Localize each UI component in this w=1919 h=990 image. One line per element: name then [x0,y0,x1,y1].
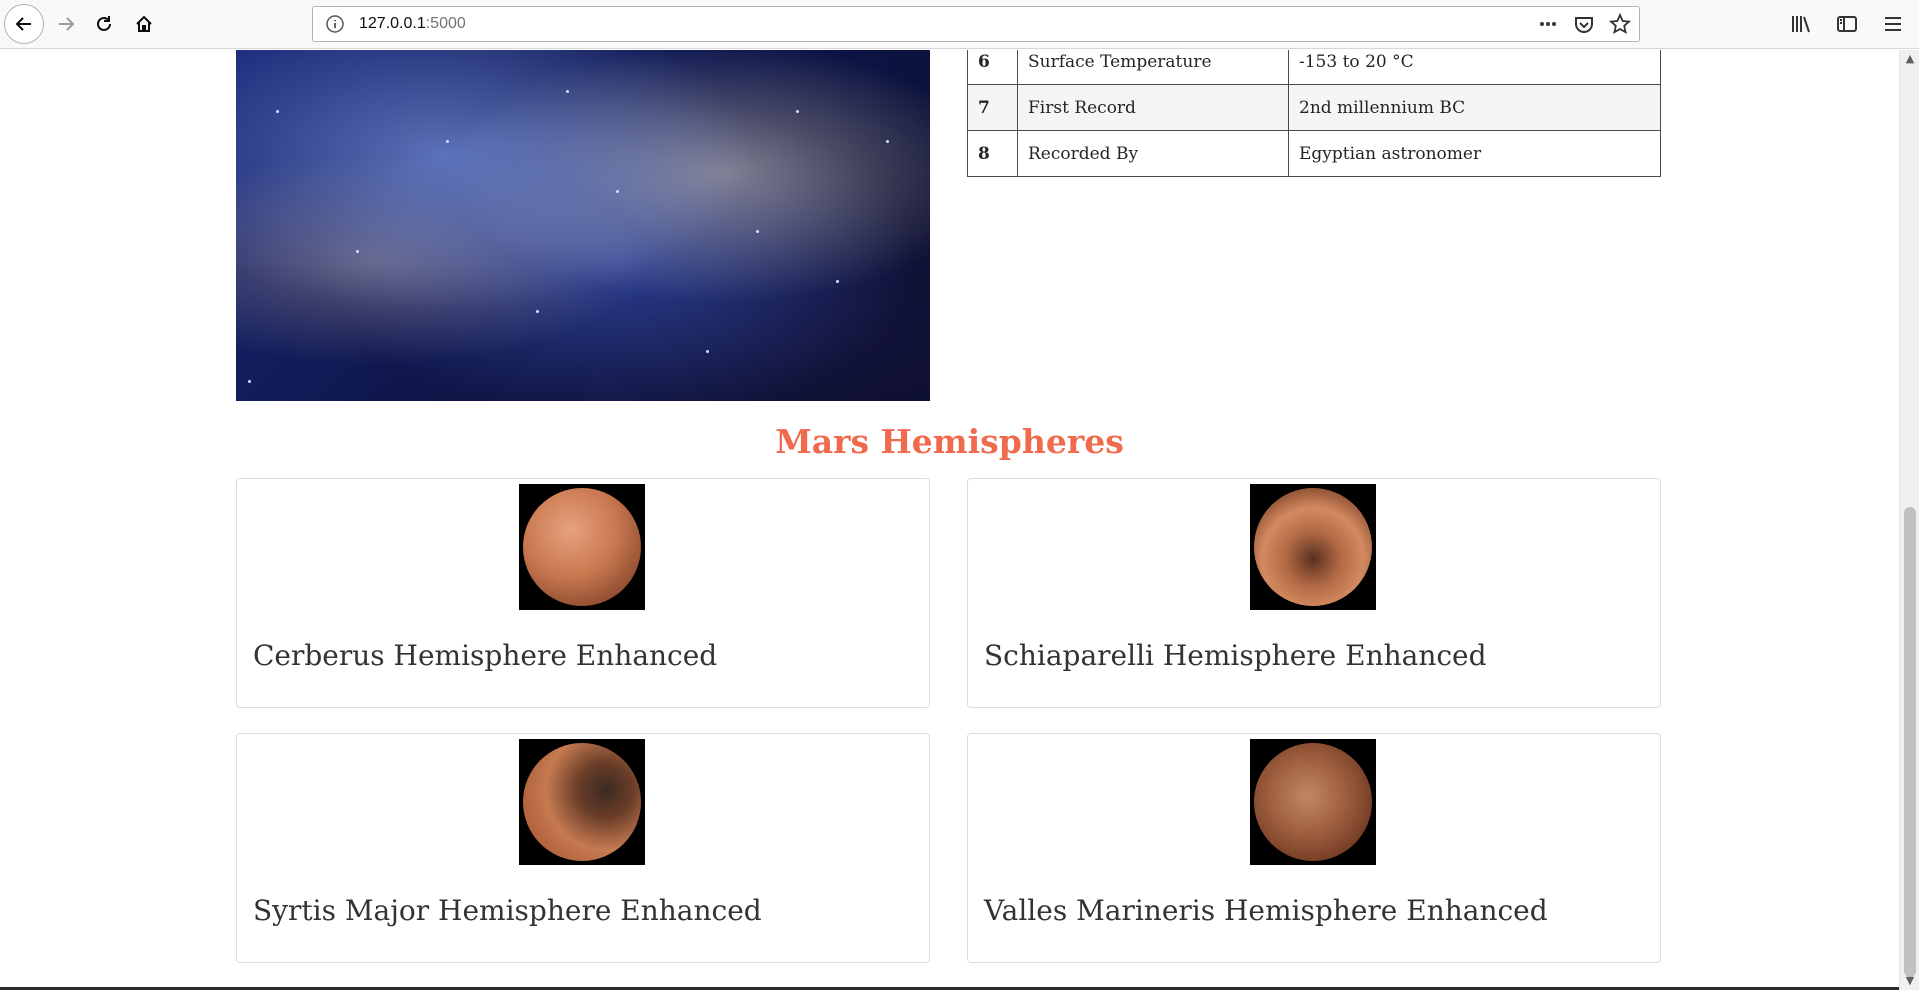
sidebar-icon [1837,16,1857,32]
url-text[interactable]: 127.0.0.1:5000 [359,15,466,33]
hemispheres-heading: Mars Hemispheres [775,422,1124,461]
fact-label: First Record [1017,84,1289,131]
featured-space-image [236,50,930,401]
row-index: 6 [967,50,1018,85]
hemisphere-card[interactable]: Syrtis Major Hemisphere Enhanced [236,733,930,963]
browser-toolbar: 127.0.0.1:5000 [0,0,1919,49]
library-button[interactable] [1789,12,1813,36]
row-index: 7 [967,84,1018,131]
fact-value: -153 to 20 °C [1288,50,1661,85]
mars-image [1254,488,1372,606]
hemisphere-thumbnail[interactable] [519,739,645,865]
hemisphere-title[interactable]: Valles Marineris Hemisphere Enhanced [984,894,1548,927]
arrow-right-icon [59,17,75,31]
hemisphere-card[interactable]: Valles Marineris Hemisphere Enhanced [967,733,1661,963]
hemisphere-title[interactable]: Syrtis Major Hemisphere Enhanced [253,894,762,927]
reload-icon [97,16,111,31]
url-host: 127.0.0.1 [359,15,426,32]
info-icon[interactable] [325,14,345,34]
bookmark-button[interactable] [1609,13,1631,35]
library-icon [1792,16,1810,33]
table-row: 6 Surface Temperature -153 to 20 °C [967,50,1661,85]
star-icon [1609,13,1631,34]
hemisphere-thumbnail[interactable] [1250,484,1376,610]
hemisphere-thumbnail[interactable] [519,484,645,610]
page-content: 6 Surface Temperature -153 to 20 °C 7 Fi… [0,50,1899,990]
fact-label: Recorded By [1017,130,1289,177]
scroll-down-icon[interactable]: ▼ [1903,974,1917,988]
sidebar-button[interactable] [1835,12,1859,36]
home-icon [136,15,152,32]
reload-button[interactable] [86,6,122,42]
menu-button[interactable] [1881,12,1905,36]
hemisphere-title[interactable]: Schiaparelli Hemisphere Enhanced [984,639,1487,672]
page-actions-button[interactable] [1537,13,1559,35]
hemisphere-title[interactable]: Cerberus Hemisphere Enhanced [253,639,717,672]
home-button[interactable] [126,6,162,42]
mars-image [1254,743,1372,861]
back-button[interactable] [4,4,44,44]
table-row: 8 Recorded By Egyptian astronomer [967,130,1661,177]
forward-button[interactable] [48,6,84,42]
fact-value: 2nd millennium BC [1288,84,1661,131]
mars-image [523,488,641,606]
table-row: 7 First Record 2nd millennium BC [967,84,1661,131]
pocket-icon [1575,17,1593,33]
hemisphere-card[interactable]: Schiaparelli Hemisphere Enhanced [967,478,1661,708]
scrollbar-thumb[interactable] [1904,507,1916,977]
hemisphere-card[interactable]: Cerberus Hemisphere Enhanced [236,478,930,708]
scroll-up-icon[interactable]: ▲ [1903,52,1917,66]
url-bar[interactable]: 127.0.0.1:5000 [312,6,1640,42]
mars-image [523,743,641,861]
pocket-button[interactable] [1573,13,1595,35]
mars-facts-table: 6 Surface Temperature -153 to 20 °C 7 Fi… [967,50,1661,177]
row-index: 8 [967,130,1018,177]
vertical-scrollbar[interactable]: ▲ ▼ [1899,50,1919,990]
url-port: :5000 [425,15,466,32]
arrow-left-icon [15,17,31,31]
hamburger-icon [1885,17,1901,31]
fact-value: Egyptian astronomer [1288,130,1661,177]
fact-label: Surface Temperature [1017,50,1289,85]
more-horizontal-icon [1540,22,1556,26]
hemisphere-thumbnail[interactable] [1250,739,1376,865]
